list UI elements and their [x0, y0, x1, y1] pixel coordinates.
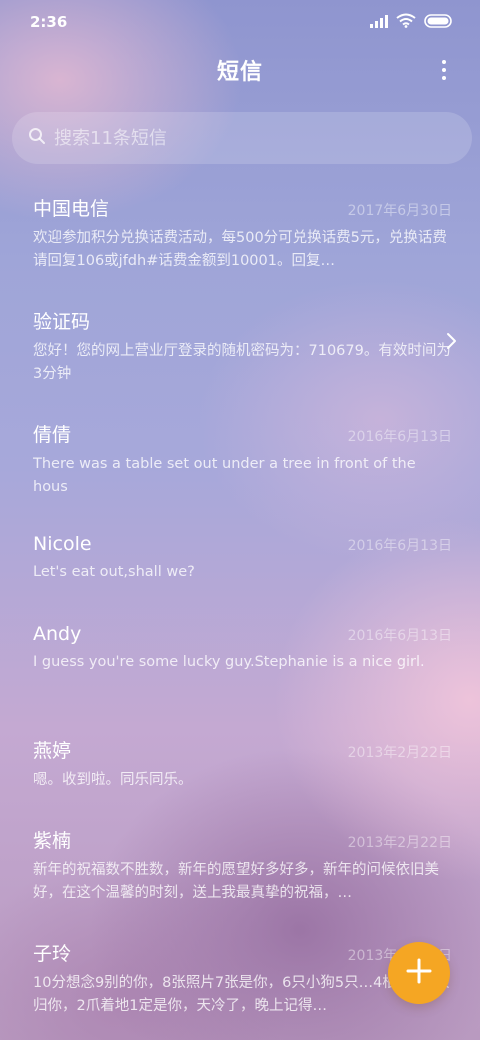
search-bar[interactable] [12, 112, 472, 164]
conversation-item[interactable]: Nicole 2016年6月13日 Let's eat out,shall we… [0, 517, 480, 607]
status-bar: 2:36 [0, 0, 480, 44]
contact-name: Andy [33, 623, 82, 645]
contact-name: 子玲 [33, 943, 72, 965]
search-icon [28, 127, 46, 149]
message-preview: Let's eat out,shall we? [33, 564, 195, 580]
message-date: 2017年6月30日 [347, 203, 452, 219]
contact-name: 燕婷 [33, 740, 72, 762]
plus-icon [405, 957, 433, 989]
conversation-item[interactable]: 中国电信 2017年6月30日 欢迎参加积分兑换话费活动，每500分可兑换话费5… [0, 178, 480, 291]
page-title: 短信 [216, 60, 263, 85]
message-date: 2016年6月13日 [347, 538, 452, 554]
contact-name: 验证码 [33, 311, 91, 333]
conversation-item[interactable]: 验证码 您好！您的网上营业厅登录的随机密码为：710679。有效时间为3分钟 [0, 291, 480, 404]
new-message-button[interactable] [388, 942, 450, 1004]
conversation-item[interactable]: Andy 2016年6月13日 I guess you're some luck… [0, 607, 480, 720]
message-preview: 新年的祝福数不胜数，新年的愿望好多好多，新年的问候依旧美好，在这个温馨的时刻，送… [33, 862, 439, 901]
message-date: 2013年2月22日 [347, 745, 452, 761]
conversation-item[interactable]: 紫楠 2013年2月22日 新年的祝福数不胜数，新年的愿望好多好多，新年的问候依… [0, 810, 480, 923]
contact-name: 倩倩 [33, 424, 72, 446]
message-list: 中国电信 2017年6月30日 欢迎参加积分兑换话费活动，每500分可兑换话费5… [0, 178, 480, 1036]
message-date: 2016年6月13日 [347, 628, 452, 644]
message-date: 2016年6月13日 [347, 429, 452, 445]
message-preview: 您好！您的网上营业厅登录的随机密码为：710679。有效时间为3分钟 [33, 343, 451, 382]
message-preview: 嗯。收到啦。同乐同乐。 [33, 772, 193, 788]
conversation-item[interactable]: 燕婷 2013年2月22日 嗯。收到啦。同乐同乐。 [0, 720, 480, 810]
contact-name: 中国电信 [33, 198, 110, 220]
app-header: 短信 [0, 44, 480, 96]
message-date: 2013年2月22日 [347, 835, 452, 851]
signal-icon [370, 13, 388, 32]
contact-name: 紫楠 [33, 830, 72, 852]
battery-icon [424, 13, 454, 32]
conversation-item[interactable]: 倩倩 2016年6月13日 There was a table set out … [0, 404, 480, 517]
message-preview: There was a table set out under a tree i… [33, 456, 416, 495]
contact-name: Nicole [33, 533, 92, 555]
message-preview: 欢迎参加积分兑换话费活动，每500分可兑换话费5元，兑换话费请回复106或jfd… [33, 230, 447, 269]
message-preview: I guess you're some lucky guy.Stephanie … [33, 654, 425, 670]
status-icons [370, 13, 454, 32]
status-time: 2:36 [30, 13, 68, 31]
search-input[interactable] [54, 127, 434, 149]
more-vertical-icon[interactable] [434, 56, 454, 84]
wifi-icon [396, 13, 416, 32]
chevron-right-icon[interactable] [446, 331, 458, 355]
